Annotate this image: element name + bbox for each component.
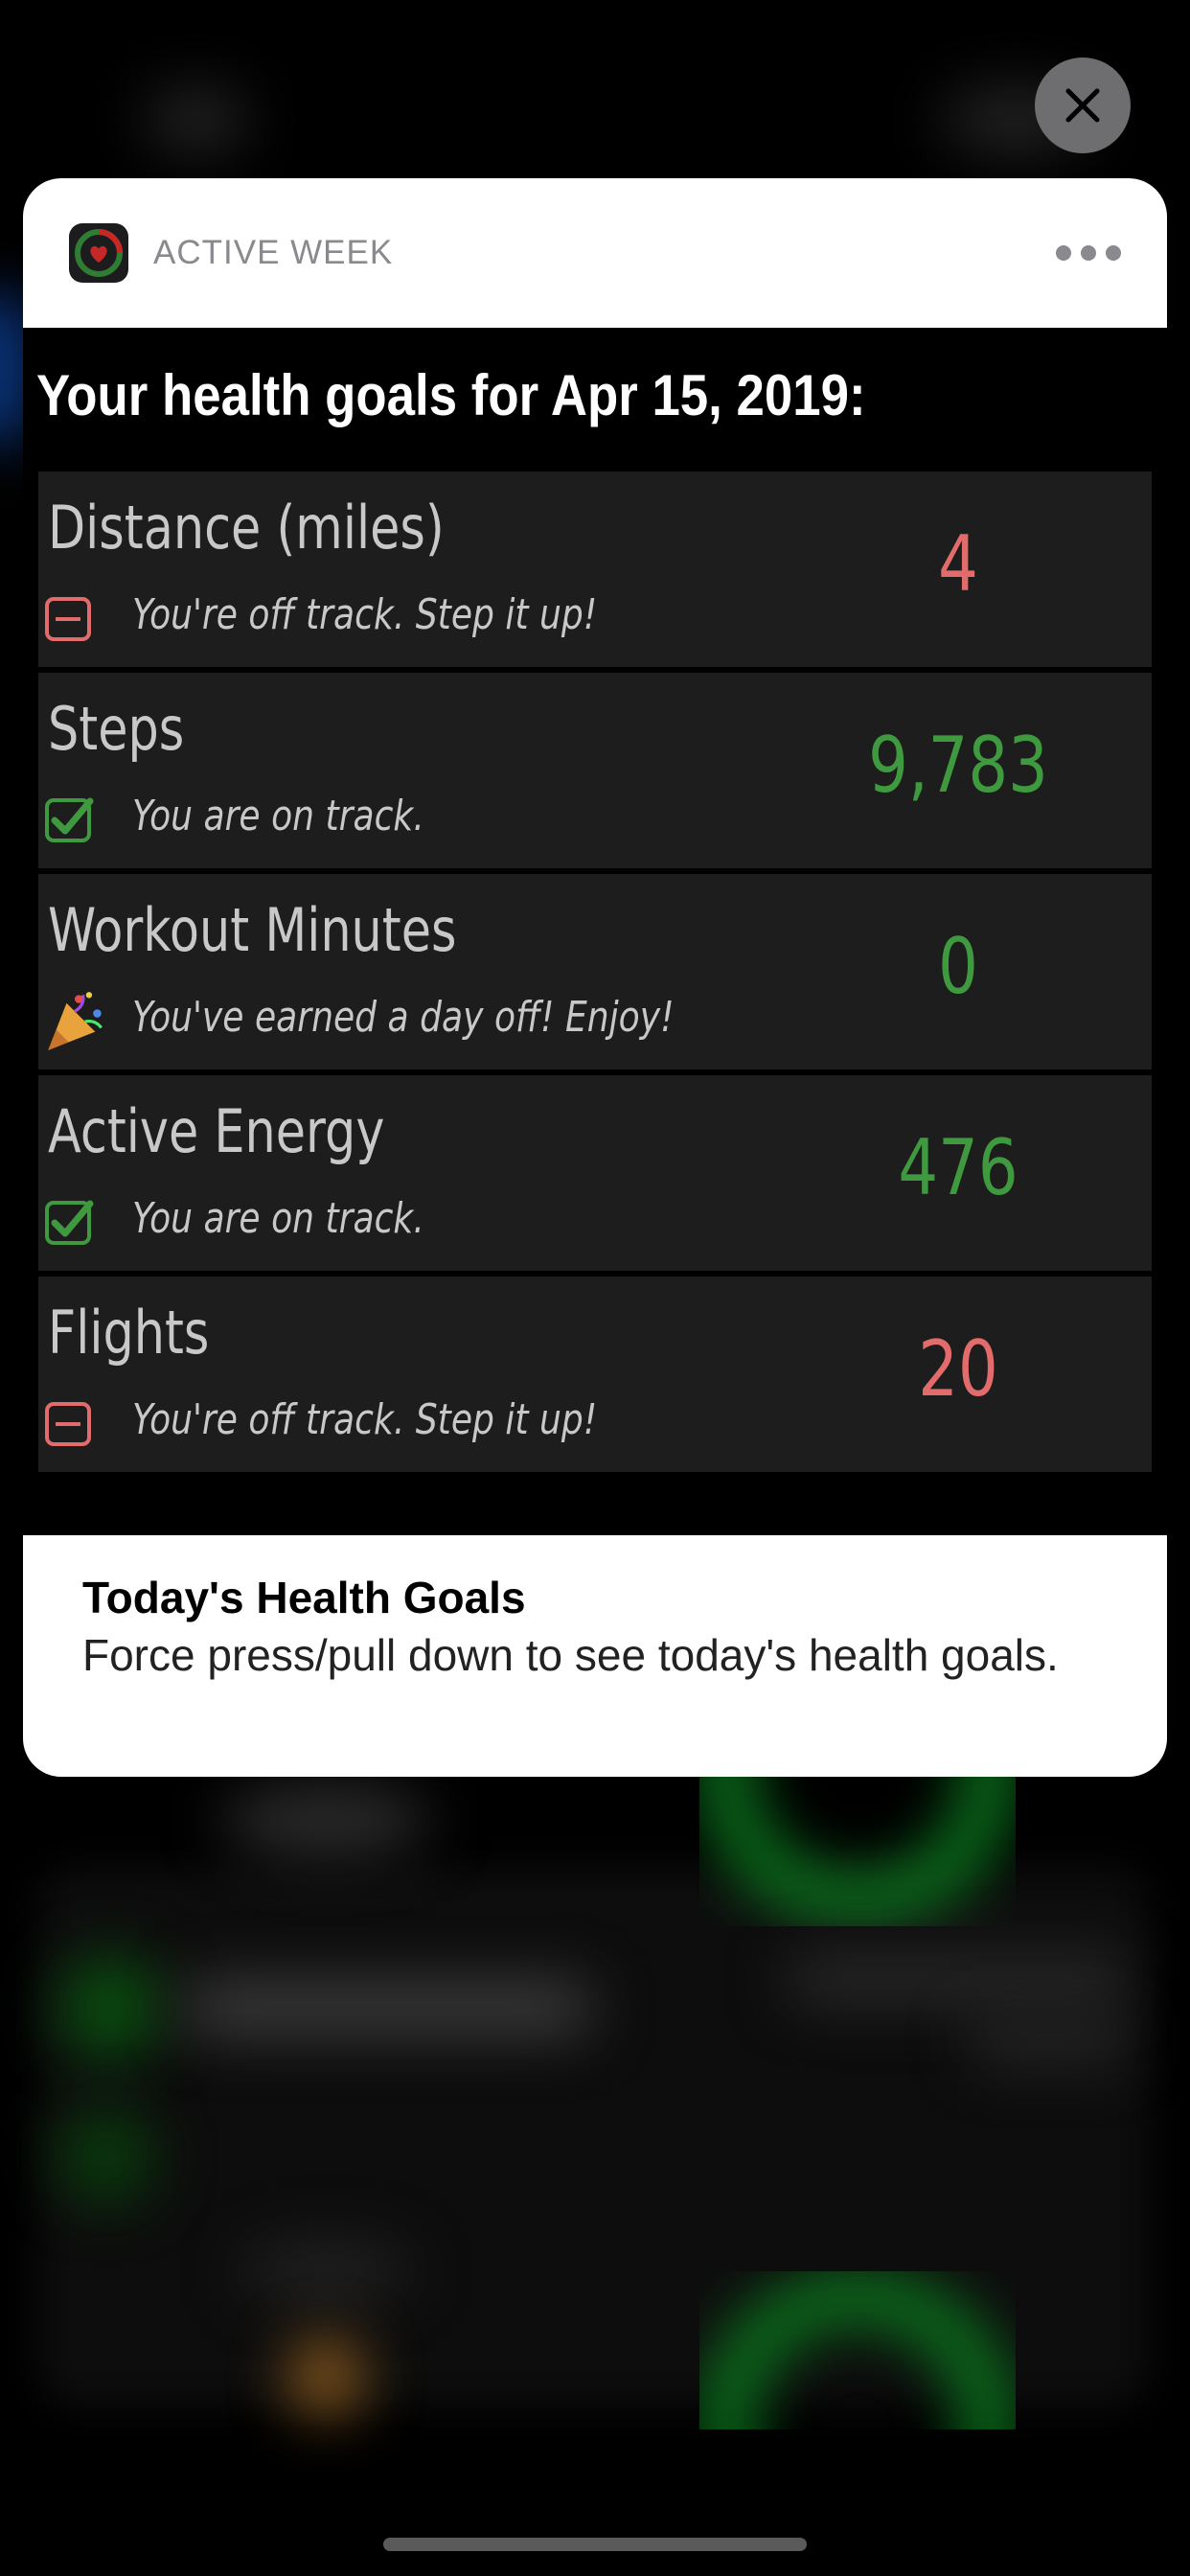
notification-footer[interactable]: Today's Health Goals Force press/pull do… (23, 1535, 1167, 1777)
more-options-icon[interactable] (1056, 245, 1121, 261)
background-shape (786, 1955, 1131, 2003)
goal-value: 0 (938, 922, 978, 1011)
background-shape (240, 2242, 412, 2300)
goal-row-workout-minutes: Workout Minutes You've earned a day off!… (38, 874, 1152, 1070)
background-activity-ring (699, 2271, 1016, 2429)
minus-square-icon (44, 594, 94, 644)
goal-status: You've earned a day off! Enjoy! (132, 993, 675, 1042)
background-panel (38, 1869, 1150, 2405)
background-shape (57, 2108, 153, 2204)
goal-row-steps: Steps You are on track. 9,783 (38, 673, 1152, 868)
goal-value: 4 (938, 519, 978, 609)
goal-label: Active Energy (48, 1096, 385, 1166)
goal-value: 9,783 (868, 721, 1048, 810)
background-shape (144, 86, 249, 153)
notification-body: Force press/pull down to see today's hea… (82, 1630, 1059, 1680)
app-name: ACTIVE WEEK (153, 234, 394, 271)
app-icon (69, 223, 128, 283)
goal-row-active-energy: Active Energy You are on track. 476 (38, 1075, 1152, 1271)
notification-header: ACTIVE WEEK (23, 178, 1167, 328)
background-shape (57, 1955, 163, 2060)
goals-title: Your health goals for Apr 15, 2019: (36, 363, 866, 427)
goal-status: You are on track. (132, 792, 424, 840)
notification-content: Your health goals for Apr 15, 2019: Dist… (23, 328, 1167, 1533)
notification-title: Today's Health Goals (82, 1573, 526, 1622)
activity-ring-heart-icon (75, 229, 123, 277)
background-shape (968, 2022, 1131, 2060)
goal-value: 20 (918, 1324, 998, 1414)
goal-status: You are on track. (132, 1194, 424, 1243)
goal-label: Workout Minutes (48, 895, 457, 965)
goal-label: Flights (48, 1298, 210, 1368)
close-icon (1065, 88, 1100, 123)
party-popper-icon (44, 992, 103, 1050)
home-indicator[interactable] (383, 2538, 807, 2551)
background-shape (220, 1782, 431, 1859)
goal-status: You're off track. Step it up! (132, 590, 598, 639)
goal-row-distance: Distance (miles) You're off track. Step … (38, 472, 1152, 667)
minus-square-icon (44, 1399, 94, 1449)
goal-row-flights: Flights You're off track. Step it up! 20 (38, 1276, 1152, 1472)
background-shape (182, 1979, 594, 2036)
goal-label: Steps (48, 694, 185, 764)
close-button[interactable] (1035, 58, 1131, 153)
checkbox-checked-icon (44, 1198, 94, 1248)
goal-label: Distance (miles) (48, 493, 445, 563)
background-shape (287, 2338, 364, 2415)
goal-status: You're off track. Step it up! (132, 1395, 598, 1444)
checkbox-checked-icon (44, 795, 94, 845)
goal-value: 476 (898, 1123, 1018, 1212)
